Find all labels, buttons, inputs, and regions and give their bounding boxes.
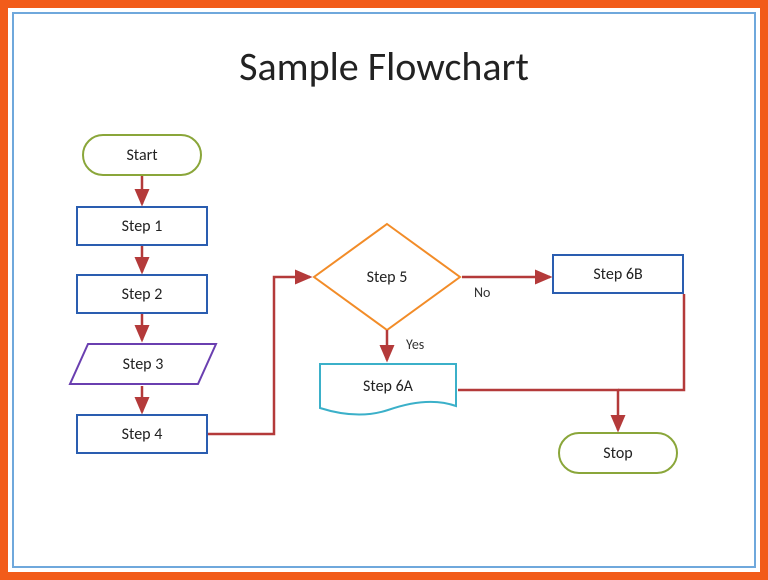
- node-step1-label: Step 1: [122, 217, 163, 236]
- edge-label-yes: Yes: [406, 336, 424, 353]
- node-step6a: Step 6A: [318, 362, 458, 418]
- node-start: Start: [82, 134, 202, 176]
- chart-title: Sample Flowchart: [14, 42, 754, 91]
- node-stop: Stop: [558, 432, 678, 474]
- node-step5-label: Step 5: [367, 268, 408, 287]
- node-step1: Step 1: [76, 206, 208, 246]
- node-step2: Step 2: [76, 274, 208, 314]
- node-step5: Step 5: [312, 222, 462, 332]
- node-stop-label: Stop: [603, 444, 632, 463]
- node-step4: Step 4: [76, 414, 208, 454]
- frame-outer: Sample Flowchart Start Step 1 Step 2 Ste…: [0, 0, 768, 580]
- node-step3: Step 3: [68, 342, 218, 386]
- node-step6b-label: Step 6B: [593, 265, 642, 284]
- node-step6a-label: Step 6A: [363, 377, 413, 396]
- frame-inner: Sample Flowchart Start Step 1 Step 2 Ste…: [12, 12, 756, 568]
- node-step4-label: Step 4: [122, 425, 163, 444]
- edge-label-no: No: [474, 284, 490, 301]
- node-start-label: Start: [126, 146, 157, 165]
- node-step2-label: Step 2: [122, 285, 163, 304]
- node-step3-label: Step 3: [123, 355, 164, 374]
- node-step6b: Step 6B: [552, 254, 684, 294]
